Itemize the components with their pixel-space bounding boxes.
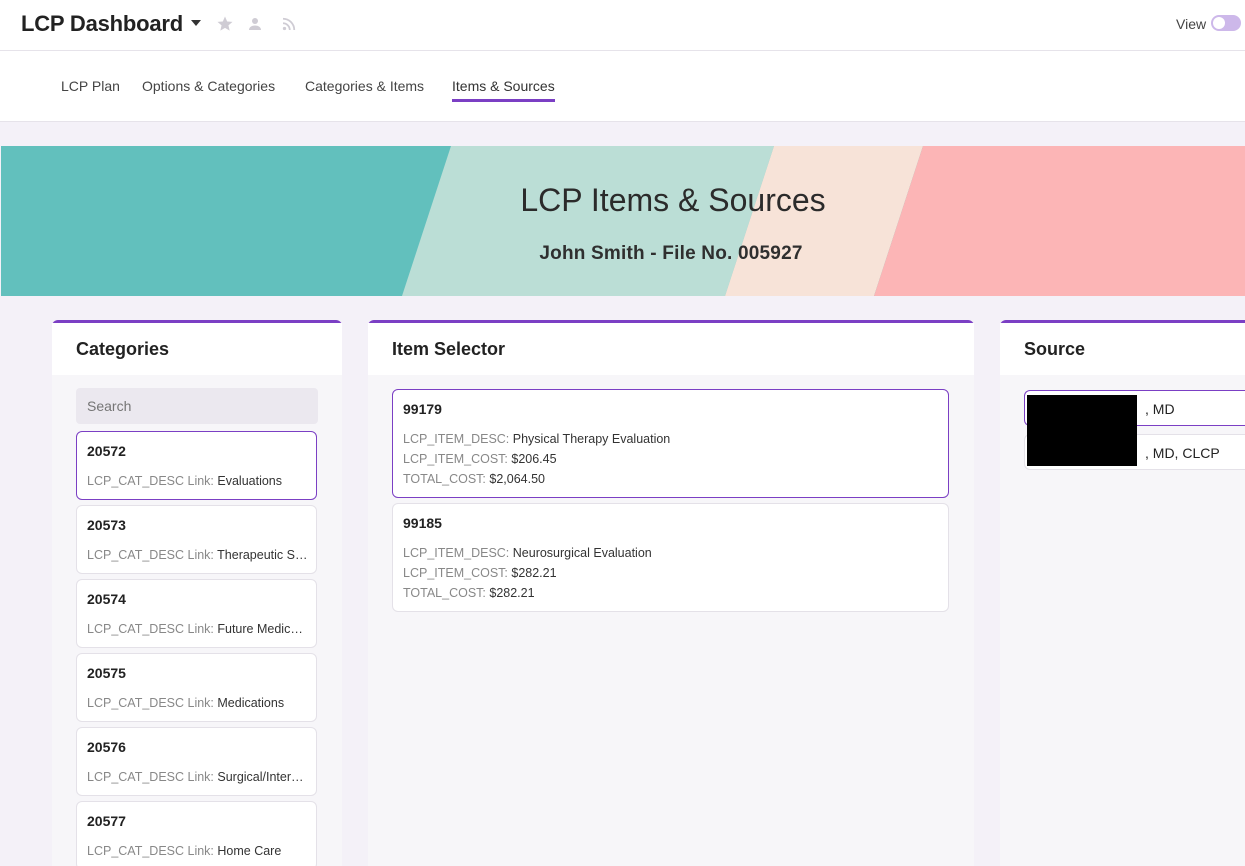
category-id: 20574	[87, 591, 126, 607]
item-total-cost: TOTAL_COST: $2,064.50	[403, 472, 545, 486]
item-cost-value: $282.21	[511, 566, 557, 580]
category-desc-value: Home Care	[217, 844, 282, 858]
page-banner: LCP Items & Sources John Smith - File No…	[1, 146, 1245, 296]
item-selector-panel: Item Selector 99179 LCP_ITEM_DESC: Physic…	[368, 320, 974, 866]
view-label: View	[1176, 16, 1207, 32]
category-desc-value: Future Medical ...	[217, 622, 309, 636]
item-card[interactable]: 99185 LCP_ITEM_DESC: Neurosurgical Evalua…	[392, 503, 949, 612]
item-id: 99179	[403, 401, 442, 417]
app-title: LCP Dashboard	[21, 11, 184, 36]
tab-lcp-plan[interactable]: LCP Plan	[61, 78, 120, 99]
category-desc-key: LCP_CAT_DESC Link:	[87, 622, 218, 636]
source-title: Source	[1000, 323, 1245, 375]
redaction-box	[1027, 395, 1137, 466]
category-desc-value: Medications	[217, 696, 285, 710]
item-cost-value: $206.45	[511, 452, 557, 466]
item-desc: LCP_ITEM_DESC: Neurosurgical Evaluation	[403, 546, 652, 560]
category-desc-key: LCP_CAT_DESC Link:	[87, 474, 218, 488]
category-card[interactable]: 20577 LCP_CAT_DESC Link: Home Care	[76, 801, 317, 866]
category-desc: LCP_CAT_DESC Link: Home Care	[87, 844, 309, 858]
tab-options-categories[interactable]: Options & Categories	[142, 78, 275, 99]
item-desc-value: Neurosurgical Evaluation	[512, 546, 652, 560]
item-desc: LCP_ITEM_DESC: Physical Therapy Evaluati…	[403, 432, 670, 446]
item-cost-key: LCP_ITEM_COST:	[403, 566, 512, 580]
category-card[interactable]: 20573 LCP_CAT_DESC Link: Therapeutic Ser.…	[76, 505, 317, 574]
category-desc: LCP_CAT_DESC Link: Medications	[87, 696, 309, 710]
banner-background	[1, 146, 1245, 296]
item-selector-title: Item Selector	[368, 323, 974, 375]
page-subtitle: John Smith - File No. 005927	[539, 243, 803, 264]
category-desc-key: LCP_CAT_DESC Link:	[87, 844, 218, 858]
item-cost: LCP_ITEM_COST: $282.21	[403, 566, 557, 580]
category-desc: LCP_CAT_DESC Link: Future Medical ...	[87, 622, 309, 636]
item-cost: LCP_ITEM_COST: $206.45	[403, 452, 557, 466]
item-desc-value: Physical Therapy Evaluation	[512, 432, 671, 446]
page-title: LCP Items & Sources	[520, 182, 826, 218]
category-id: 20576	[87, 739, 126, 755]
item-cost-key: LCP_ITEM_COST:	[403, 452, 512, 466]
view-toggle[interactable]	[1211, 15, 1241, 31]
category-desc: LCP_CAT_DESC Link: Therapeutic Ser...	[87, 548, 309, 562]
item-selector-body: 99179 LCP_ITEM_DESC: Physical Therapy Eva…	[368, 375, 974, 866]
item-desc-key: LCP_ITEM_DESC:	[403, 546, 513, 560]
category-id: 20577	[87, 813, 126, 829]
item-total-cost-value: $2,064.50	[489, 472, 545, 486]
item-total-cost: TOTAL_COST: $282.21	[403, 586, 535, 600]
category-id: 20573	[87, 517, 126, 533]
category-card[interactable]: 20575 LCP_CAT_DESC Link: Medications	[76, 653, 317, 722]
category-desc-value: Therapeutic Ser...	[217, 548, 309, 562]
item-desc-key: LCP_ITEM_DESC:	[403, 432, 513, 446]
search-input[interactable]	[76, 388, 318, 424]
category-desc-key: LCP_CAT_DESC Link:	[87, 548, 218, 562]
item-total-cost-key: TOTAL_COST:	[403, 472, 490, 486]
item-card[interactable]: 99179 LCP_ITEM_DESC: Physical Therapy Eva…	[392, 389, 949, 498]
category-desc: LCP_CAT_DESC Link: Evaluations	[87, 474, 309, 488]
tab-items-sources[interactable]: Items & Sources	[452, 78, 555, 102]
category-card[interactable]: 20572 LCP_CAT_DESC Link: Evaluations	[76, 431, 317, 500]
category-desc-key: LCP_CAT_DESC Link:	[87, 696, 218, 710]
categories-title: Categories	[52, 323, 342, 375]
item-total-cost-key: TOTAL_COST:	[403, 586, 490, 600]
star-icon[interactable]	[216, 15, 234, 33]
categories-body: 20572 LCP_CAT_DESC Link: Evaluations 20573…	[52, 375, 342, 866]
item-id: 99185	[403, 515, 442, 531]
top-bar: LCP Dashboard View	[0, 0, 1245, 51]
chevron-down-icon[interactable]	[191, 20, 201, 26]
category-desc: LCP_CAT_DESC Link: Surgical/Interve...	[87, 770, 309, 784]
category-card[interactable]: 20576 LCP_CAT_DESC Link: Surgical/Interve…	[76, 727, 317, 796]
category-card[interactable]: 20574 LCP_CAT_DESC Link: Future Medical .…	[76, 579, 317, 648]
person-icon[interactable]	[246, 15, 264, 33]
category-desc-key: LCP_CAT_DESC Link:	[87, 770, 218, 784]
item-total-cost-value: $282.21	[489, 586, 535, 600]
toggle-knob	[1213, 17, 1225, 29]
category-id: 20575	[87, 665, 126, 681]
tab-categories-items[interactable]: Categories & Items	[305, 78, 424, 99]
tab-bar: LCP Plan Options & Categories Categories…	[0, 51, 1245, 122]
rss-icon[interactable]	[280, 15, 298, 33]
category-desc-value: Evaluations	[217, 474, 282, 488]
category-desc-value: Surgical/Interve...	[217, 770, 309, 784]
category-id: 20572	[87, 443, 126, 459]
categories-panel: Categories 20572 LCP_CAT_DESC Link: Evalu…	[52, 320, 342, 866]
